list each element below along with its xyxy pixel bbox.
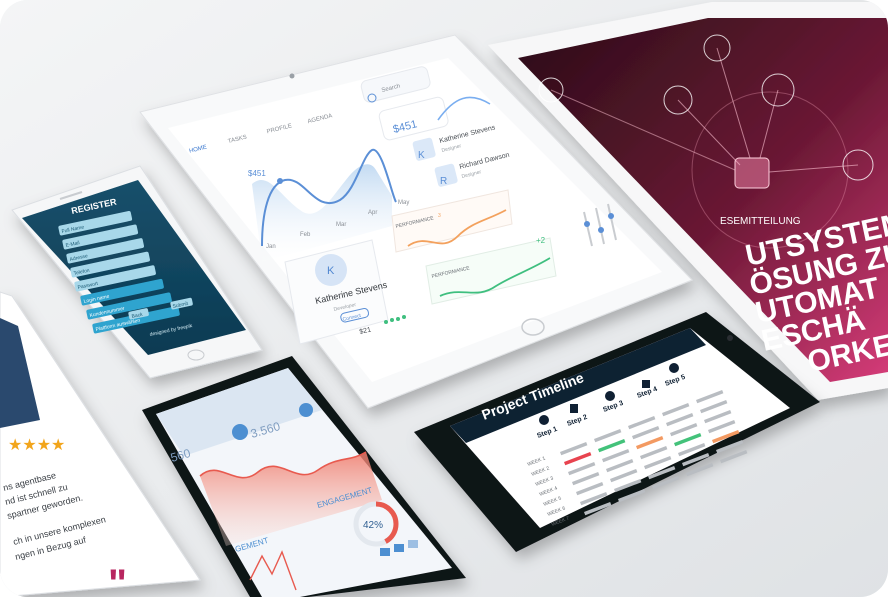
percent-value: 42% <box>363 520 383 531</box>
perf-value: +2 <box>536 236 546 245</box>
chart-value-label: $451 <box>248 169 266 178</box>
contact-avatar: K <box>418 150 425 161</box>
month-feb: Feb <box>300 232 311 238</box>
camera-icon <box>727 335 733 341</box>
pager-dot[interactable] <box>408 540 418 548</box>
devices-mockup-scene: ESEMITTEILUNG UTSYSTEMS ÖSUNG ZU UTOMAT … <box>0 0 888 597</box>
rating-dot <box>402 315 406 319</box>
slider-handle[interactable] <box>584 221 590 227</box>
camera-icon <box>289 73 295 79</box>
quote-icon: " <box>108 562 127 597</box>
star-rating-icon: ★★★★ <box>8 437 65 454</box>
month-apr: Apr <box>368 210 377 216</box>
chart-icon <box>642 380 650 388</box>
month-mar: Mar <box>336 222 346 228</box>
rating-dot <box>390 318 394 322</box>
pager-dot[interactable] <box>394 544 404 552</box>
contact-avatar: R <box>440 176 447 187</box>
gear-icon <box>605 391 615 401</box>
stat-icon <box>232 424 248 440</box>
trophy-icon <box>669 363 679 373</box>
chart-point <box>277 178 283 184</box>
clipboard-icon <box>570 404 578 413</box>
pager-dot[interactable] <box>380 548 390 556</box>
perf-value: 3 <box>438 213 441 219</box>
slider-handle[interactable] <box>608 213 614 219</box>
month-jan: Jan <box>266 244 276 250</box>
profile-initial: K <box>327 265 335 277</box>
stat-icon <box>299 403 313 417</box>
scene-illustration: ESEMITTEILUNG UTSYSTEMS ÖSUNG ZU UTOMAT … <box>0 0 888 597</box>
slider-handle[interactable] <box>598 227 604 233</box>
key-icon <box>539 415 549 425</box>
press-label: ESEMITTEILUNG <box>720 216 801 227</box>
rating-dot <box>396 317 400 321</box>
rating-dot <box>384 320 388 324</box>
month-may: May <box>398 200 409 206</box>
